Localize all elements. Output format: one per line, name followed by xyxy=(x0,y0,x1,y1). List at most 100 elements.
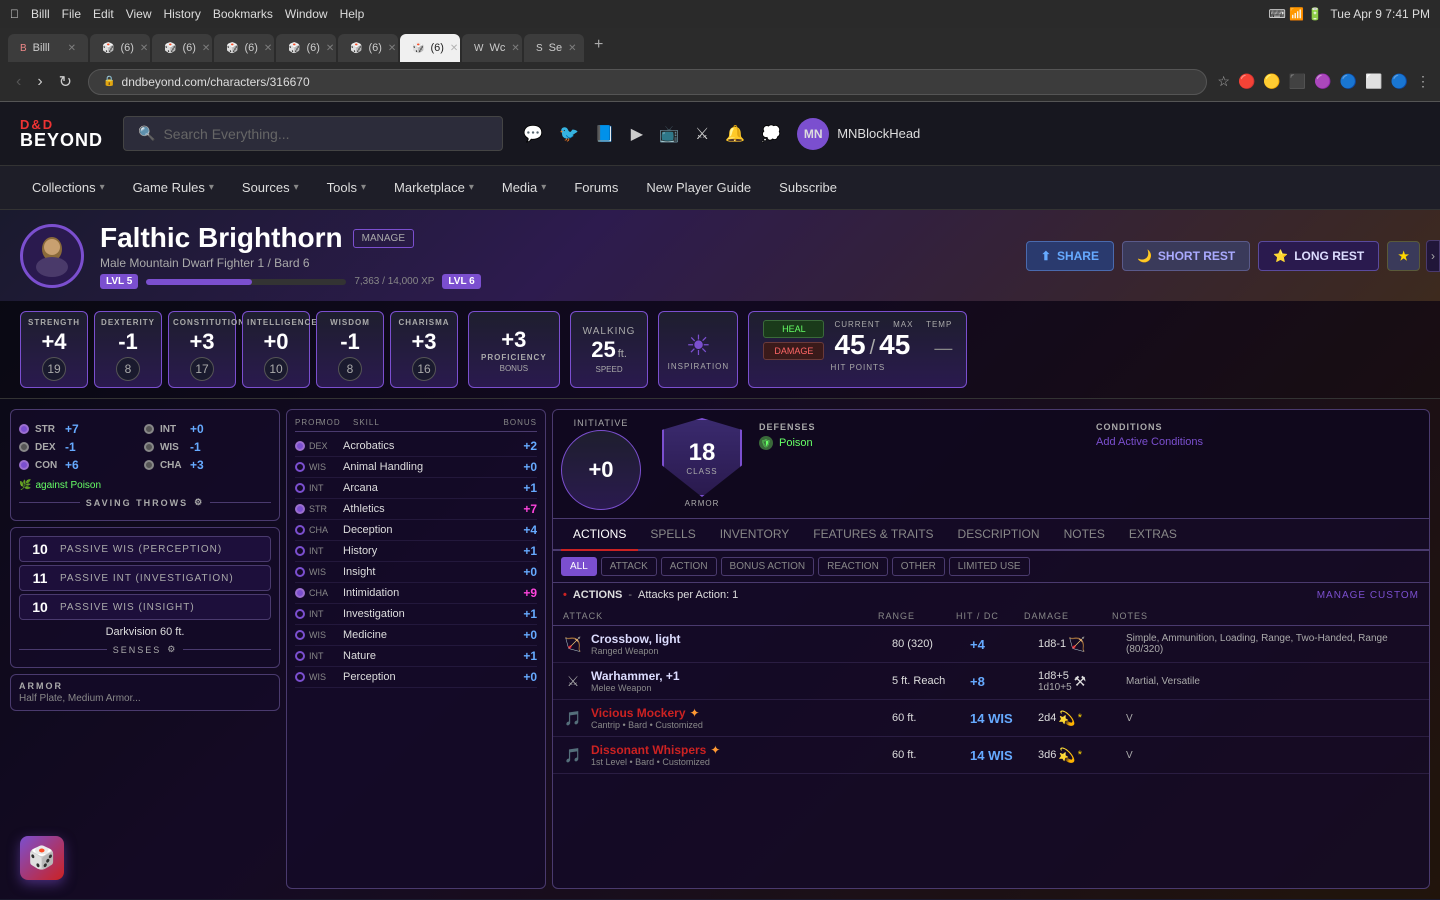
tab-close-d1[interactable]: ✕ xyxy=(140,43,148,54)
reload-button[interactable]: ↻ xyxy=(53,70,78,94)
tab-close[interactable]: ✕ xyxy=(68,43,76,54)
add-condition-button[interactable]: Add Active Conditions xyxy=(1096,436,1409,448)
tab-close-d4[interactable]: ✕ xyxy=(326,43,334,54)
tab-6-1[interactable]: 🎲 (6) ✕ xyxy=(90,34,150,62)
nav-collections[interactable]: Collections ▾ xyxy=(20,172,117,203)
tab-6-3[interactable]: 🎲 (6) ✕ xyxy=(214,34,274,62)
check-str[interactable]: STR +7 xyxy=(19,422,140,436)
encounter-icon[interactable]: ⚔ xyxy=(695,124,709,144)
nav-marketplace[interactable]: Marketplace ▾ xyxy=(382,172,486,203)
skill-nature[interactable]: INT Nature +1 xyxy=(295,646,537,667)
check-int[interactable]: INT +0 xyxy=(144,422,265,436)
menu-bookmarks[interactable]: Bookmarks xyxy=(213,7,273,21)
menu-edit[interactable]: Edit xyxy=(93,7,114,21)
skill-history[interactable]: INT History +1 xyxy=(295,541,537,562)
tab-6-2[interactable]: 🎲 (6) ✕ xyxy=(152,34,212,62)
notification-bell[interactable]: 🔔 xyxy=(725,124,745,144)
menu-window[interactable]: Window xyxy=(285,7,328,21)
main-search[interactable]: 🔍 Search Everything... xyxy=(123,116,503,151)
check-con[interactable]: CON +6 xyxy=(19,458,140,472)
tab-close-d3[interactable]: ✕ xyxy=(264,43,272,54)
back-button[interactable]: ‹ xyxy=(10,70,27,94)
skill-deception[interactable]: CHA Deception +4 xyxy=(295,520,537,541)
tab-description[interactable]: DESCRIPTION xyxy=(946,519,1052,551)
chat-icon[interactable]: 💬 xyxy=(523,124,543,144)
nav-forums[interactable]: Forums xyxy=(562,172,630,203)
menu-view[interactable]: View xyxy=(126,7,152,21)
skill-investigation[interactable]: INT Investigation +1 xyxy=(295,604,537,625)
tab-actions[interactable]: ACTIONS xyxy=(561,519,638,551)
ability-constitution[interactable]: CONSTITUTION +3 17 xyxy=(168,311,236,388)
url-bar[interactable]: 🔒 dndbeyond.com/characters/316670 xyxy=(88,69,1207,95)
new-tab-button[interactable]: + xyxy=(586,36,611,54)
nav-sources[interactable]: Sources ▾ xyxy=(230,172,311,203)
menu-file[interactable]: File xyxy=(62,7,81,21)
tab-spells[interactable]: SPELLS xyxy=(638,519,707,551)
ability-dexterity[interactable]: DEXTERITY -1 8 xyxy=(94,311,162,388)
nav-media[interactable]: Media ▾ xyxy=(490,172,558,203)
tab-6-5[interactable]: 🎲 (6) ✕ xyxy=(338,34,398,62)
check-dex[interactable]: DEX -1 xyxy=(19,440,140,454)
user-menu[interactable]: MN MNBlockHead xyxy=(797,118,920,150)
damage-button[interactable]: DAMAGE xyxy=(763,342,824,360)
ability-strength[interactable]: STRENGTH +4 19 xyxy=(20,311,88,388)
skill-medicine[interactable]: WIS Medicine +0 xyxy=(295,625,537,646)
forward-button[interactable]: › xyxy=(31,70,48,94)
tab-close-se[interactable]: ✕ xyxy=(568,43,576,54)
menu-history-sys[interactable]: History xyxy=(164,7,201,21)
tab-notes[interactable]: NOTES xyxy=(1052,519,1117,551)
facebook-icon[interactable]: 📘 xyxy=(595,124,615,144)
tab-close-d2[interactable]: ✕ xyxy=(202,43,210,54)
senses-settings-icon[interactable]: ⚙ xyxy=(167,644,177,655)
twitter-icon[interactable]: 🐦 xyxy=(559,124,579,144)
sidebar-toggle[interactable]: › xyxy=(1426,240,1440,272)
long-rest-button[interactable]: ⭐ LONG REST xyxy=(1258,241,1379,271)
nav-tools[interactable]: Tools ▾ xyxy=(315,172,378,203)
manage-button[interactable]: MANAGE xyxy=(353,229,414,248)
message-icon[interactable]: 💭 xyxy=(761,124,781,144)
vicious-mockery-name[interactable]: Vicious Mockery xyxy=(591,706,686,720)
check-wis[interactable]: WIS -1 xyxy=(144,440,265,454)
ability-intelligence[interactable]: INTELLIGENCE +0 10 xyxy=(242,311,310,388)
menu-dots[interactable]: ⋮ xyxy=(1416,73,1430,90)
filter-reaction[interactable]: REACTION xyxy=(818,557,888,576)
bookmark-icon[interactable]: ☆ xyxy=(1217,73,1230,90)
tab-billl[interactable]: B Billl ✕ xyxy=(8,34,88,62)
filter-all[interactable]: ALL xyxy=(561,557,597,576)
favorite-button[interactable]: ★ xyxy=(1387,241,1420,271)
nav-new-player-guide[interactable]: New Player Guide xyxy=(634,172,763,203)
skill-athletics[interactable]: STR Athletics +7 xyxy=(295,499,537,520)
short-rest-button[interactable]: 🌙 SHORT REST xyxy=(1122,241,1250,271)
skill-acrobatics[interactable]: DEX Acrobatics +2 xyxy=(295,436,537,457)
filter-limited-use[interactable]: LIMITED USE xyxy=(949,557,1030,576)
skill-perception[interactable]: WIS Perception +0 xyxy=(295,667,537,688)
twitch-icon[interactable]: 📺 xyxy=(659,124,679,144)
tab-wc[interactable]: W Wc ✕ xyxy=(462,34,522,62)
manage-custom-button[interactable]: MANAGE CUSTOM xyxy=(1317,590,1419,601)
filter-attack[interactable]: ATTACK xyxy=(601,557,657,576)
tab-6-4[interactable]: 🎲 (6) ✕ xyxy=(276,34,336,62)
tab-inventory[interactable]: INVENTORY xyxy=(708,519,802,551)
tab-dnd-active[interactable]: 🎲 (6) ✕ xyxy=(400,34,460,62)
filter-other[interactable]: OTHER xyxy=(892,557,945,576)
skill-intimidation[interactable]: CHA Intimidation +9 xyxy=(295,583,537,604)
nav-game-rules[interactable]: Game Rules ▾ xyxy=(121,172,226,203)
filter-bonus-action[interactable]: BONUS ACTION xyxy=(721,557,815,576)
skill-arcana[interactable]: INT Arcana +1 xyxy=(295,478,537,499)
share-button[interactable]: ⬆ SHARE xyxy=(1026,241,1114,271)
tab-close-wc[interactable]: ✕ xyxy=(511,43,519,54)
tab-features[interactable]: FEATURES & TRAITS xyxy=(801,519,945,551)
settings-icon[interactable]: ⚙ xyxy=(194,497,204,508)
menu-help[interactable]: Help xyxy=(340,7,365,21)
heal-button[interactable]: HEAL xyxy=(763,320,824,338)
dice-roller-button[interactable]: 🎲 xyxy=(20,836,64,880)
dissonant-whispers-name[interactable]: Dissonant Whispers xyxy=(591,743,706,757)
tab-close-dnd[interactable]: ✕ xyxy=(450,43,458,54)
tab-close-d5[interactable]: ✕ xyxy=(388,43,396,54)
skill-insight[interactable]: WIS Insight +0 xyxy=(295,562,537,583)
nav-subscribe[interactable]: Subscribe xyxy=(767,172,849,203)
filter-action[interactable]: ACTION xyxy=(661,557,717,576)
tab-se[interactable]: S Se ✕ xyxy=(524,34,584,62)
check-cha[interactable]: CHA +3 xyxy=(144,458,265,472)
ability-charisma[interactable]: CHARISMA +3 16 xyxy=(390,311,458,388)
